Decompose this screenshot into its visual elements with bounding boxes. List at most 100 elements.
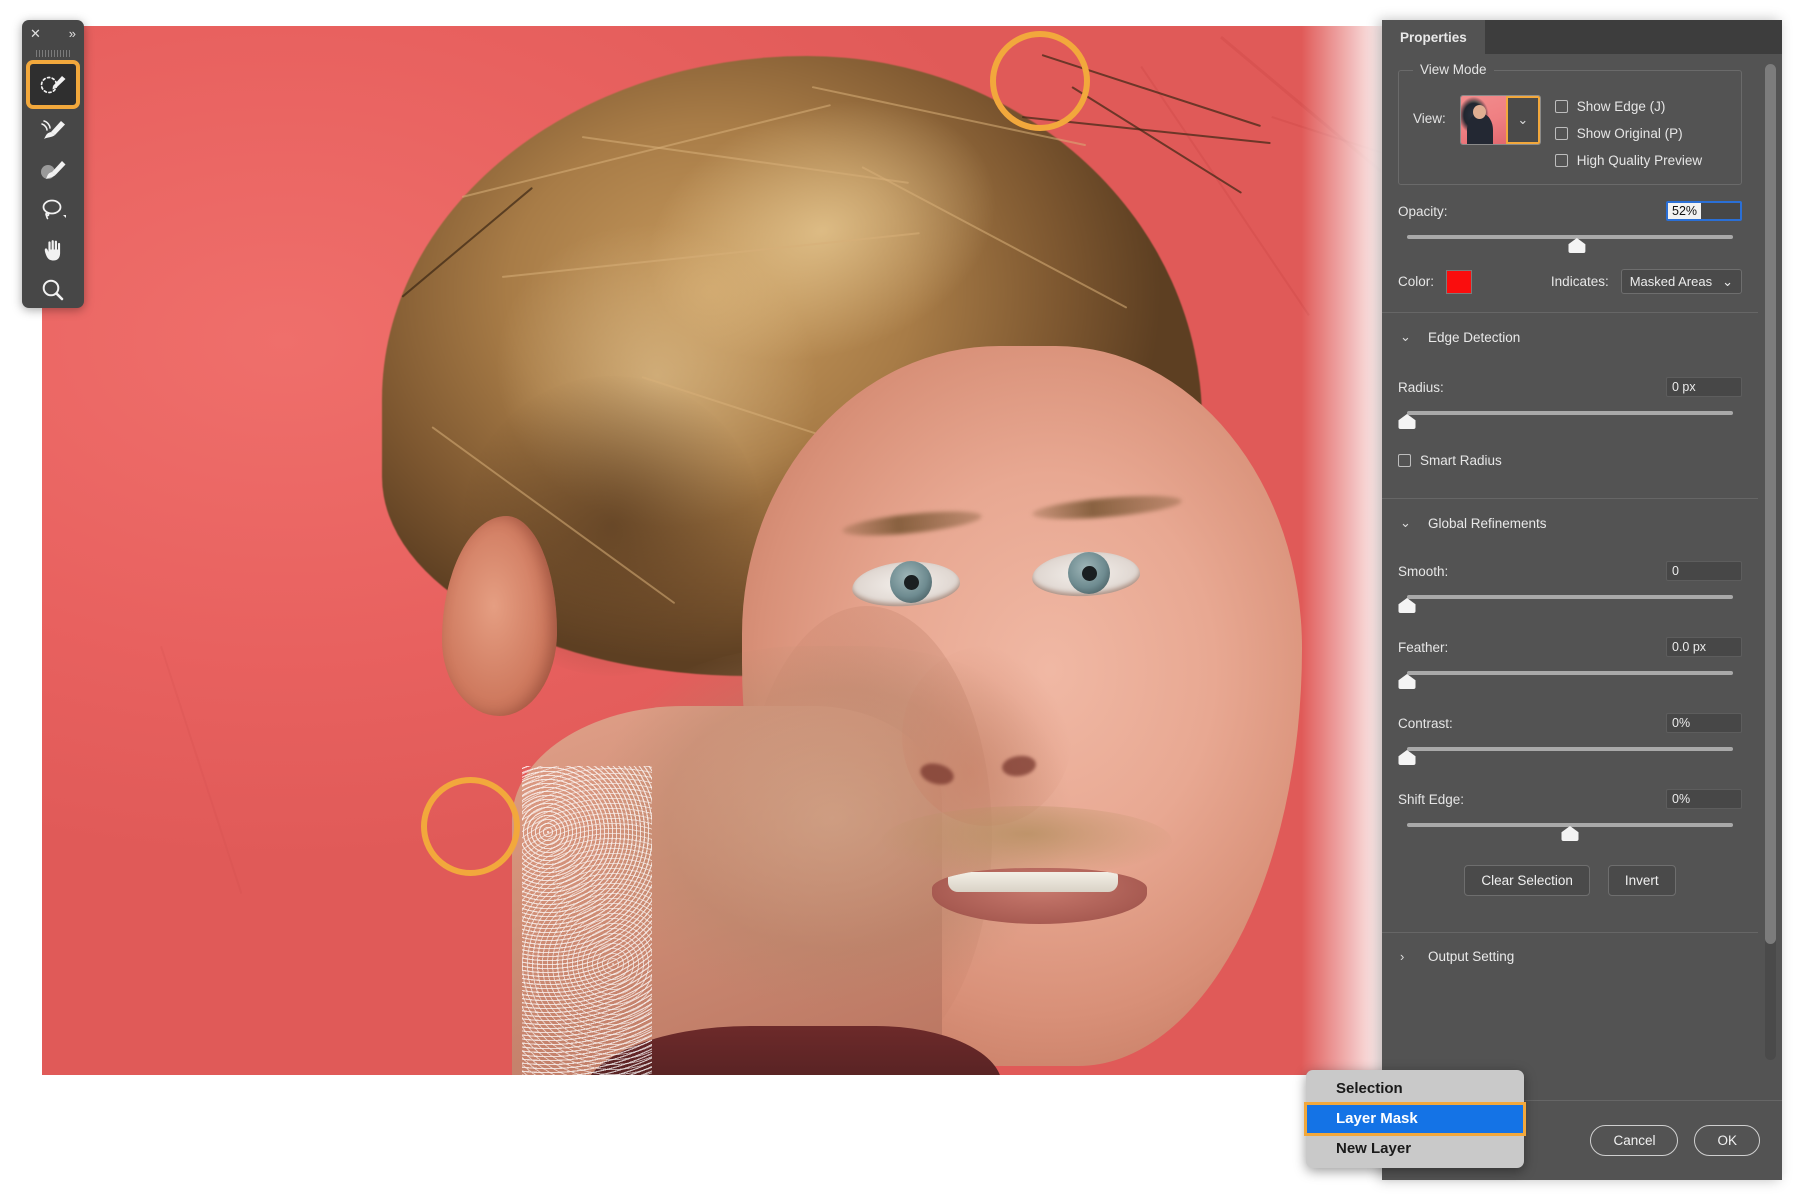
checkbox-icon[interactable] xyxy=(1554,100,1568,113)
global-refinements-section-header[interactable]: ⌄ Global Refinements xyxy=(1382,499,1758,531)
mask-color-swatch[interactable] xyxy=(1446,269,1473,294)
view-preset-control[interactable]: ⌄ xyxy=(1459,95,1541,145)
checkbox-show-edge[interactable]: Show Edge (J) xyxy=(1554,99,1702,114)
view-mode-dropdown-button[interactable]: ⌄ xyxy=(1503,96,1540,144)
shift-edge-label: Shift Edge: xyxy=(1398,791,1465,807)
cancel-button[interactable]: Cancel xyxy=(1590,1125,1679,1156)
expand-icon[interactable]: » xyxy=(69,27,76,40)
slider-knob[interactable] xyxy=(1398,674,1416,689)
radius-value: 0 px xyxy=(1672,380,1696,394)
brush-icon xyxy=(41,160,66,179)
opacity-input[interactable]: 52% xyxy=(1666,201,1742,221)
slider-track[interactable] xyxy=(1407,411,1733,415)
hand-tool[interactable] xyxy=(29,230,77,269)
image-canvas[interactable] xyxy=(42,26,1382,1075)
slider-track[interactable] xyxy=(1407,595,1733,599)
smart-radius-row[interactable]: Smart Radius xyxy=(1398,453,1742,468)
opacity-label: Opacity: xyxy=(1398,203,1448,219)
edge-detection-section-header[interactable]: ⌄ Edge Detection xyxy=(1382,313,1758,345)
contrast-value: 0% xyxy=(1672,716,1691,730)
refine-edge-brush-icon xyxy=(41,119,65,139)
panel-scrollbar-thumb[interactable] xyxy=(1765,64,1776,944)
neck-hair-highlight-circle xyxy=(421,777,520,876)
dropdown-option-selection[interactable]: Selection xyxy=(1306,1074,1524,1104)
invert-button[interactable]: Invert xyxy=(1607,865,1676,896)
checkbox-label: Show Original (P) xyxy=(1576,126,1683,141)
thumbnail-head xyxy=(1472,105,1486,119)
lasso-tool[interactable] xyxy=(29,190,77,229)
view-mode-legend: View Mode xyxy=(1413,62,1494,77)
opacity-slider[interactable] xyxy=(1398,233,1742,255)
slider-track[interactable] xyxy=(1407,747,1733,751)
view-preview-thumbnail[interactable] xyxy=(1460,96,1506,144)
opacity-value: 52% xyxy=(1668,203,1702,219)
dropdown-option-layer-mask[interactable]: Layer Mask xyxy=(1304,1102,1526,1136)
output-settings-section-header[interactable]: › Output Setting xyxy=(1382,933,1758,964)
smooth-row: Smooth: 0 xyxy=(1398,561,1742,581)
lasso-icon xyxy=(42,199,66,219)
slider-knob[interactable] xyxy=(1561,826,1579,841)
edge-detection-title: Edge Detection xyxy=(1428,329,1521,345)
ok-button[interactable]: OK xyxy=(1694,1125,1760,1156)
checkbox-icon[interactable] xyxy=(1398,454,1411,467)
tool-list xyxy=(22,60,84,308)
chevron-down-icon[interactable]: ⌄ xyxy=(1400,515,1412,531)
teeth xyxy=(948,872,1118,892)
zoom-tool[interactable] xyxy=(29,270,77,308)
opacity-row: Opacity: 52% xyxy=(1398,201,1742,221)
checkbox-icon[interactable] xyxy=(1554,127,1568,140)
tools-flyout-toolbar[interactable]: ✕ » xyxy=(22,20,84,308)
mask-edge-noise xyxy=(522,766,652,1075)
smooth-input[interactable]: 0 xyxy=(1666,561,1742,581)
brush-tool[interactable] xyxy=(29,150,77,189)
feather-row: Feather: 0.0 px xyxy=(1398,637,1742,657)
tab-properties[interactable]: Properties xyxy=(1382,20,1485,54)
checkbox-icon[interactable] xyxy=(1554,154,1568,167)
shift-edge-input[interactable]: 0% xyxy=(1666,789,1742,809)
hair-edge-highlight-circle xyxy=(990,31,1090,131)
feather-input[interactable]: 0.0 px xyxy=(1666,637,1742,657)
view-mode-checkbox-list: Show Edge (J) Show Original (P) High Qua… xyxy=(1554,95,1702,168)
feather-slider[interactable] xyxy=(1398,669,1742,691)
clear-selection-button[interactable]: Clear Selection xyxy=(1464,865,1590,896)
slider-knob[interactable] xyxy=(1568,238,1586,253)
radius-row: Radius: 0 px xyxy=(1398,377,1742,397)
contrast-input[interactable]: 0% xyxy=(1666,713,1742,733)
refine-edge-brush-tool[interactable] xyxy=(29,110,77,149)
slider-knob[interactable] xyxy=(1398,750,1416,765)
shift-edge-slider[interactable] xyxy=(1398,821,1742,843)
nose xyxy=(902,646,1072,826)
contrast-row: Contrast: 0% xyxy=(1398,713,1742,733)
checkbox-show-original[interactable]: Show Original (P) xyxy=(1554,126,1702,141)
contrast-slider[interactable] xyxy=(1398,745,1742,767)
drag-handle[interactable] xyxy=(22,47,84,60)
mustache xyxy=(882,806,1172,876)
slider-knob[interactable] xyxy=(1398,414,1416,429)
color-label: Color: xyxy=(1398,274,1435,289)
smooth-slider[interactable] xyxy=(1398,593,1742,615)
panel-tab-bar: Properties xyxy=(1382,20,1782,54)
slider-track[interactable] xyxy=(1407,235,1733,239)
quick-selection-icon xyxy=(40,75,66,93)
close-icon[interactable]: ✕ xyxy=(30,27,41,40)
toolbar-header: ✕ » xyxy=(22,20,84,47)
chevron-down-icon[interactable]: ⌄ xyxy=(1400,329,1412,345)
panel-title: Properties xyxy=(1400,29,1467,45)
dropdown-option-new-layer[interactable]: New Layer xyxy=(1306,1134,1524,1164)
slider-knob[interactable] xyxy=(1398,598,1416,613)
radius-input[interactable]: 0 px xyxy=(1666,377,1742,397)
chevron-right-icon[interactable]: › xyxy=(1400,949,1412,964)
indicates-label: Indicates: xyxy=(1550,274,1609,289)
output-to-dropdown-menu[interactable]: Selection Layer Mask New Layer xyxy=(1304,1070,1526,1168)
radius-label: Radius: xyxy=(1398,379,1444,395)
output-settings-title: Output Setting xyxy=(1428,949,1515,964)
checkbox-high-quality-preview[interactable]: High Quality Preview xyxy=(1554,153,1702,168)
shift-edge-row: Shift Edge: 0% xyxy=(1398,789,1742,809)
zoom-icon xyxy=(42,279,64,300)
indicates-select[interactable]: Masked Areas ⌄ xyxy=(1620,269,1742,294)
view-label: View: xyxy=(1413,111,1446,126)
slider-track[interactable] xyxy=(1407,671,1733,675)
radius-slider[interactable] xyxy=(1398,409,1742,431)
checkbox-label: Show Edge (J) xyxy=(1576,99,1666,114)
quick-selection-tool[interactable] xyxy=(26,60,80,109)
